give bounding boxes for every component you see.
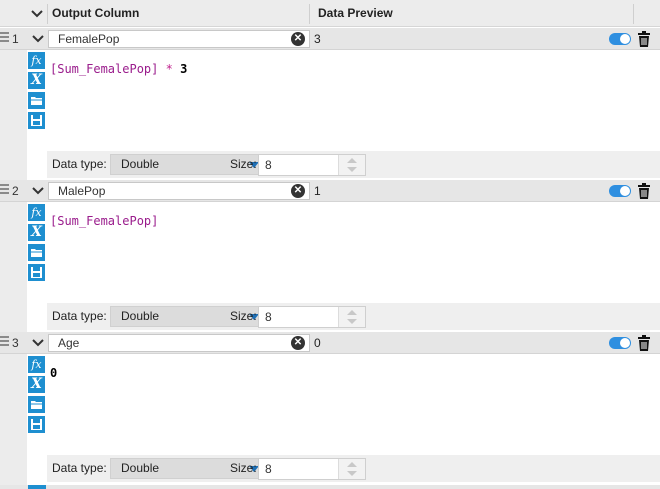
enable-toggle[interactable] [609,33,631,45]
formula-row: 1 FemalePop ✕ 3 fx X [Sum_FemalePop] * 3… [0,28,660,180]
expression-editor[interactable]: [Sum_FemalePop] * 3 [50,62,187,76]
formula-row-header: 3 Age ✕ 0 [0,332,660,354]
size-stepper[interactable] [338,307,365,327]
header-separator [309,4,310,24]
size-value: 8 [265,310,272,324]
size-value: 8 [265,462,272,476]
data-type-label: Data type: [52,309,107,323]
data-preview-value: 1 [314,184,321,198]
save-icon[interactable] [28,264,45,281]
type-footer: Data type: Double Size: 8 [47,455,660,482]
data-type-value: Double [121,309,160,323]
next-row-toolbar-peek [28,485,46,489]
data-type-label: Data type: [52,157,107,171]
size-label: Size: [230,461,257,475]
clear-icon[interactable]: ✕ [291,184,305,198]
row-number: 3 [12,336,19,350]
size-label: Size: [230,157,257,171]
expression-area: fx X [Sum_FemalePop] Data type: Double S… [0,202,660,332]
function-icon[interactable]: fx [28,204,45,221]
expression-number: 0 [50,366,58,380]
formula-row-header: 1 FemalePop ✕ 3 [0,28,660,50]
data-type-label: Data type: [52,461,107,475]
drag-handle-icon[interactable] [0,336,9,350]
output-column-header[interactable]: Output Column [52,0,139,27]
data-preview-header[interactable]: Data Preview [318,0,393,27]
grid-header: Output Column Data Preview [0,0,660,27]
type-footer: Data type: Double Size: 8 [47,303,660,330]
function-icon[interactable]: fx [28,52,45,69]
variable-icon[interactable]: X [28,376,45,393]
data-preview-value: 0 [314,336,321,350]
variable-icon[interactable]: X [28,72,45,89]
expression-area: fx X 0 Data type: Double Size: 8 [0,354,660,485]
next-row-peek [0,485,660,489]
formula-row: 3 Age ✕ 0 fx X 0 Data type: Double Size:… [0,332,660,485]
chevron-down-icon[interactable] [30,183,46,199]
chevron-down-icon[interactable] [30,335,46,351]
save-icon[interactable] [28,112,45,129]
header-separator [633,4,634,24]
data-preview-value: 3 [314,32,321,46]
save-icon[interactable] [28,416,45,433]
clear-icon[interactable]: ✕ [291,336,305,350]
chevron-up-icon[interactable] [347,158,357,163]
expression-operator: * [158,62,181,76]
size-label: Size: [230,309,257,323]
formula-row-header: 2 MalePop ✕ 1 [0,180,660,202]
formula-row: 2 MalePop ✕ 1 fx X [Sum_FemalePop] Data … [0,180,660,332]
output-column-input[interactable]: Age [48,334,310,352]
size-stepper[interactable] [338,459,365,479]
row-number: 1 [12,32,19,46]
data-type-value: Double [121,461,160,475]
chevron-down-icon[interactable] [347,319,357,324]
data-type-value: Double [121,157,160,171]
size-input[interactable]: 8 [258,458,366,480]
expression-field: [Sum_FemalePop] [50,62,159,76]
expression-field: [Sum_FemalePop] [50,214,159,228]
expression-editor[interactable]: [Sum_FemalePop] [50,214,158,228]
drag-handle-icon[interactable] [0,184,9,198]
drag-handle-icon[interactable] [0,32,9,46]
trash-icon[interactable] [637,31,651,47]
open-folder-icon[interactable] [28,244,45,261]
trash-icon[interactable] [637,183,651,199]
chevron-down-icon[interactable] [30,31,46,47]
trash-icon[interactable] [637,335,651,351]
chevron-down-icon[interactable] [347,167,357,172]
chevron-up-icon[interactable] [347,462,357,467]
row-number: 2 [12,184,19,198]
size-input[interactable]: 8 [258,154,366,176]
size-stepper[interactable] [338,155,365,175]
enable-toggle[interactable] [609,185,631,197]
clear-icon[interactable]: ✕ [291,32,305,46]
size-value: 8 [265,158,272,172]
size-input[interactable]: 8 [258,306,366,328]
output-column-input[interactable]: FemalePop [48,30,310,48]
variable-icon[interactable]: X [28,224,45,241]
enable-toggle[interactable] [609,337,631,349]
output-column-input[interactable]: MalePop [48,182,310,200]
collapse-all-chevron-icon[interactable] [27,0,47,27]
open-folder-icon[interactable] [28,396,45,413]
open-folder-icon[interactable] [28,92,45,109]
chevron-up-icon[interactable] [347,310,357,315]
expression-number: 3 [180,62,188,76]
header-separator [47,4,48,24]
expression-editor[interactable]: 0 [50,366,57,380]
row-gutter [0,202,27,332]
type-footer: Data type: Double Size: 8 [47,151,660,178]
row-gutter [0,50,27,180]
row-gutter [0,354,27,485]
chevron-down-icon[interactable] [347,471,357,476]
function-icon[interactable]: fx [28,356,45,373]
expression-area: fx X [Sum_FemalePop] * 3 Data type: Doub… [0,50,660,180]
